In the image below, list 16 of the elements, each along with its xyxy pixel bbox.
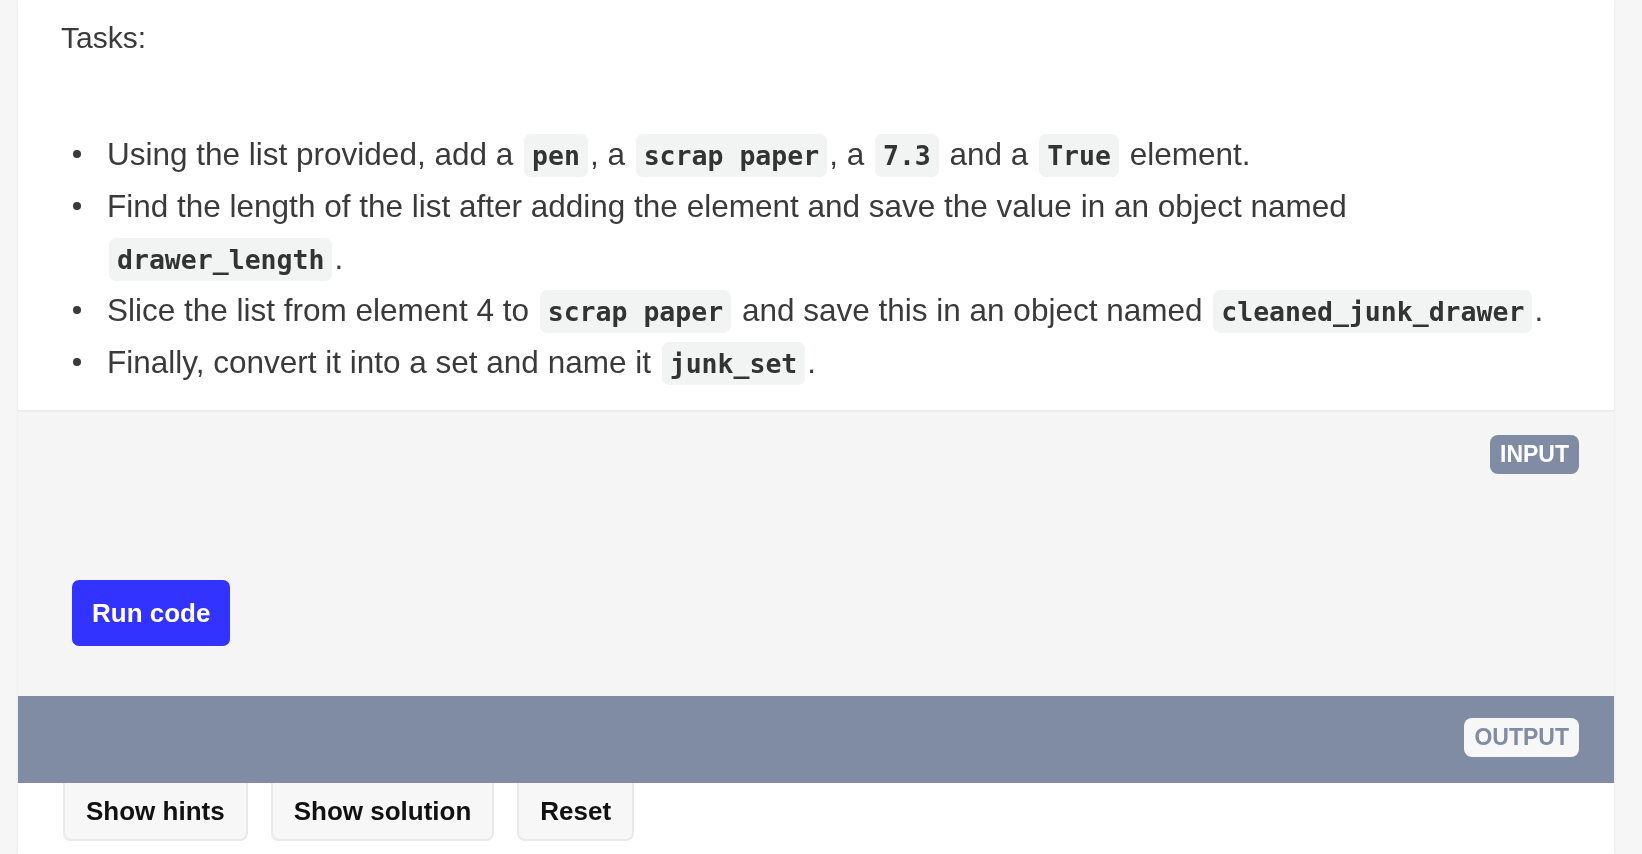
action-button[interactable]: Show hints	[63, 783, 248, 841]
run-code-button[interactable]: Run code	[72, 580, 231, 646]
task-text: Finally, convert it into a set and name it junk_set .	[107, 336, 817, 388]
bullet-icon	[73, 202, 81, 210]
task-text: Find the length of the list after adding the element and save the value in an object named drawer_length .	[107, 180, 1588, 284]
tasks-heading: Tasks:	[61, 20, 148, 56]
task-text: Using the list provided, add a pen , a scrap paper , a 7.3 and a True element.	[107, 128, 1251, 180]
output-label: OUTPUT	[1464, 718, 1579, 757]
input-label: INPUT	[1490, 435, 1579, 474]
task-text: Slice the list from element 4 to scrap paper and save this in an object named cleaned_junk_drawer .	[107, 284, 1544, 336]
action-button[interactable]: Reset	[517, 783, 635, 841]
code-editor[interactable]: INPUT Run code	[18, 412, 1614, 696]
bullet-icon	[73, 150, 81, 158]
bullet-icon	[73, 306, 81, 314]
bullet-icon	[73, 358, 81, 366]
action-button[interactable]: Show solution	[270, 783, 495, 841]
